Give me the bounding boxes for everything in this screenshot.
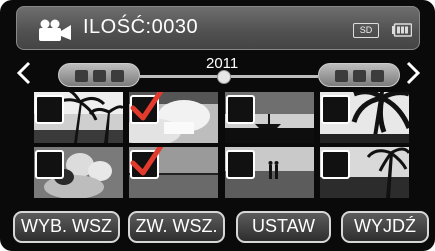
previous-page-arrow[interactable] <box>16 60 32 91</box>
top-bar: ILOŚĆ:0030 SD <box>16 6 420 50</box>
selection-checkbox <box>226 95 255 124</box>
thumbnail-2[interactable] <box>129 92 218 143</box>
thumbnail-8[interactable] <box>320 147 409 198</box>
chevron-right-icon <box>406 61 421 85</box>
thumbnail-3[interactable] <box>225 92 314 143</box>
thumbnail-4[interactable] <box>320 92 409 143</box>
selection-checkbox <box>35 95 64 124</box>
thumbnail-grid <box>34 92 409 198</box>
clear-all-button[interactable]: ZW. WSZ. <box>128 211 225 243</box>
exit-button[interactable]: WYJDŹ <box>341 211 429 243</box>
thumbnail-6[interactable] <box>129 147 218 198</box>
prev-group-slider-handle[interactable] <box>58 63 140 87</box>
screen: ILOŚĆ:0030 SD 2011 WYB. WSZ ZW. WSZ. UST… <box>0 0 435 251</box>
selection-checkbox <box>321 95 350 124</box>
thumbnail-7[interactable] <box>225 147 314 198</box>
checkmark-icon <box>130 147 164 176</box>
selection-checkbox <box>35 150 64 179</box>
timeline-knob[interactable] <box>217 70 231 84</box>
next-page-arrow[interactable] <box>405 60 421 91</box>
select-all-button[interactable]: WYB. WSZ <box>13 211 120 243</box>
chevron-left-icon <box>16 61 31 85</box>
year-label: 2011 <box>206 55 239 72</box>
selection-checkbox <box>226 150 255 179</box>
file-count-label: ILOŚĆ:0030 <box>83 16 199 38</box>
thumbnail-1[interactable] <box>34 92 123 143</box>
next-group-slider-handle[interactable] <box>318 63 400 87</box>
thumbnail-5[interactable] <box>34 147 123 198</box>
checkmark-icon <box>130 92 164 121</box>
sd-card-badge: SD <box>353 23 379 38</box>
set-button[interactable]: USTAW <box>236 211 331 243</box>
selection-checkbox <box>321 150 350 179</box>
video-camera-icon <box>39 19 71 41</box>
battery-icon <box>392 23 412 37</box>
